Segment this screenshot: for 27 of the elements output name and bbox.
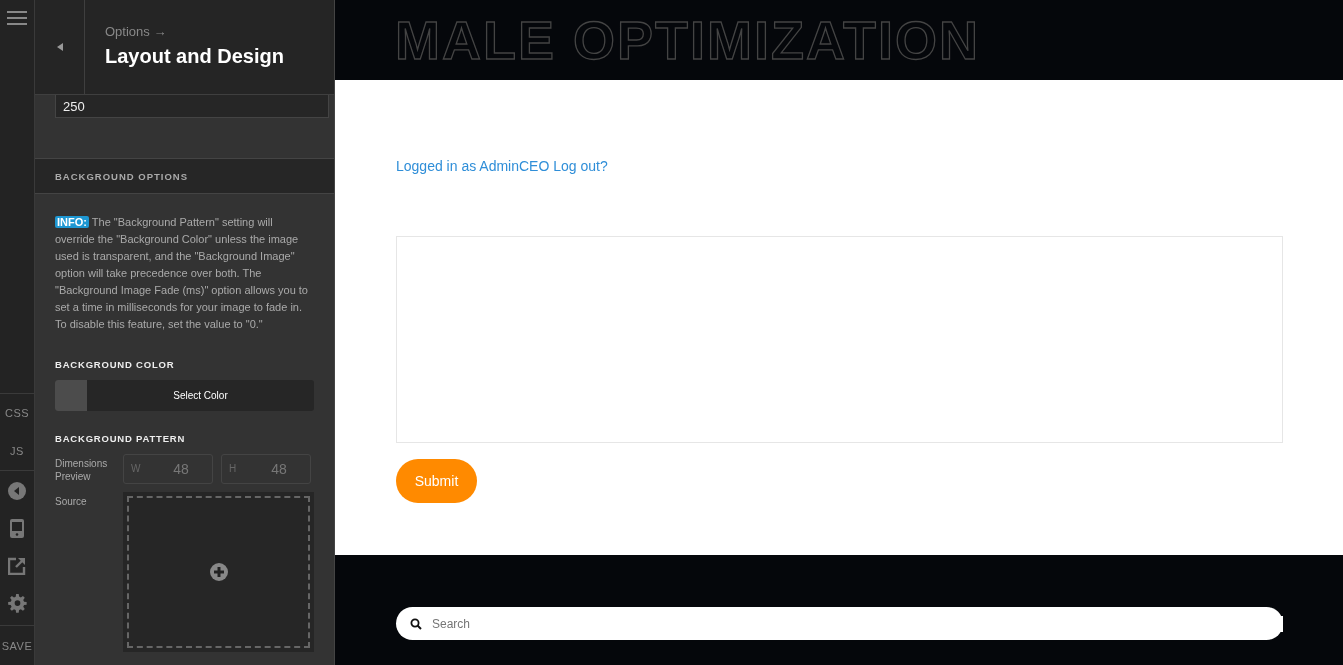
- breadcrumb: Options →: [105, 24, 168, 39]
- image-dropzone[interactable]: [123, 492, 314, 652]
- back-icon[interactable]: [8, 482, 26, 500]
- logout-link[interactable]: Log out?: [553, 158, 608, 174]
- code-tab[interactable]: JS: [10, 432, 24, 470]
- login-text: Logged in as AdminCEO: [396, 158, 550, 174]
- number-field[interactable]: 250: [55, 95, 329, 118]
- comment-field[interactable]: [396, 236, 1283, 443]
- search-icon: [410, 617, 422, 630]
- save-button[interactable]: SAVE: [0, 625, 34, 665]
- section-title: BACKGROUND OPTIONS: [55, 170, 189, 182]
- submit-button[interactable]: Submit: [396, 459, 477, 503]
- field-label: BACKGROUND PATTERN: [55, 433, 187, 444]
- field-label: Dimensions Preview: [55, 457, 109, 483]
- field-label: BACKGROUND COLOR: [55, 359, 176, 370]
- caret-icon: [56, 43, 63, 51]
- info-text: INFO: The "Background Pattern" setting will override the "Background Color" unless the image used is transparent, and the "Background Image" option will take precedence over both. The "Background Image Fade (ms)" option allows you to set a time in milliseconds for your image to fade in. To disable this feature, set the value to "0.": [55, 215, 309, 332]
- menu-icon[interactable]: [7, 11, 27, 25]
- settings-icon[interactable]: [7, 594, 27, 613]
- color-picker[interactable]: Select Color: [55, 380, 314, 411]
- search-field[interactable]: Search: [396, 607, 1283, 640]
- code-tab[interactable]: CSS: [4, 394, 30, 432]
- add-icon[interactable]: [209, 563, 228, 581]
- external-link-icon[interactable]: [8, 557, 26, 575]
- panel-title: Layout and Design: [105, 45, 284, 68]
- field-label: Source: [55, 495, 88, 508]
- mobile-icon[interactable]: [10, 519, 24, 538]
